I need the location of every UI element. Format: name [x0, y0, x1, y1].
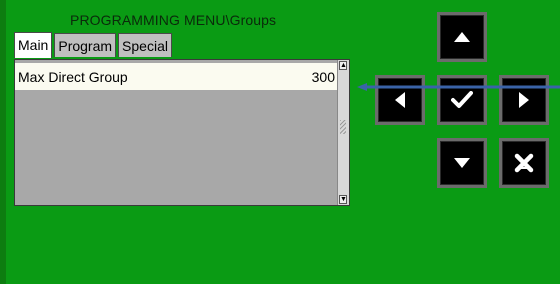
tab-bar: Main Program Special	[14, 32, 172, 58]
tab-special[interactable]: Special	[118, 33, 172, 57]
tab-main[interactable]: Main	[14, 32, 53, 58]
up-button[interactable]	[437, 12, 487, 62]
tab-program[interactable]: Program	[54, 33, 117, 57]
checkmark-icon	[451, 91, 473, 108]
arrow-up-icon	[454, 32, 470, 42]
list-scrollbar[interactable]: ▲ ▼	[337, 60, 349, 205]
arrow-left-icon	[395, 92, 405, 108]
cancel-button[interactable]	[499, 138, 549, 188]
scroll-down-icon[interactable]: ▼	[339, 195, 347, 204]
down-button[interactable]	[437, 138, 487, 188]
page-title: PROGRAMMING MENU\Groups	[70, 12, 277, 28]
list-item-max-direct-group[interactable]: Max Direct Group 300	[15, 63, 337, 90]
scroll-up-icon[interactable]: ▲	[339, 61, 347, 70]
list-item-label: Max Direct Group	[18, 69, 128, 85]
arrow-down-icon	[454, 158, 470, 168]
list-item-value: 300	[311, 69, 335, 85]
scroll-grip[interactable]	[340, 120, 346, 134]
arrow-right-icon	[519, 92, 529, 108]
cancel-x-icon	[514, 153, 534, 173]
programming-screen: PROGRAMMING MENU\Groups Main Program Spe…	[0, 0, 560, 284]
pointer-arrow-icon	[357, 83, 560, 91]
settings-list: Max Direct Group 300 ▲ ▼	[14, 59, 350, 206]
